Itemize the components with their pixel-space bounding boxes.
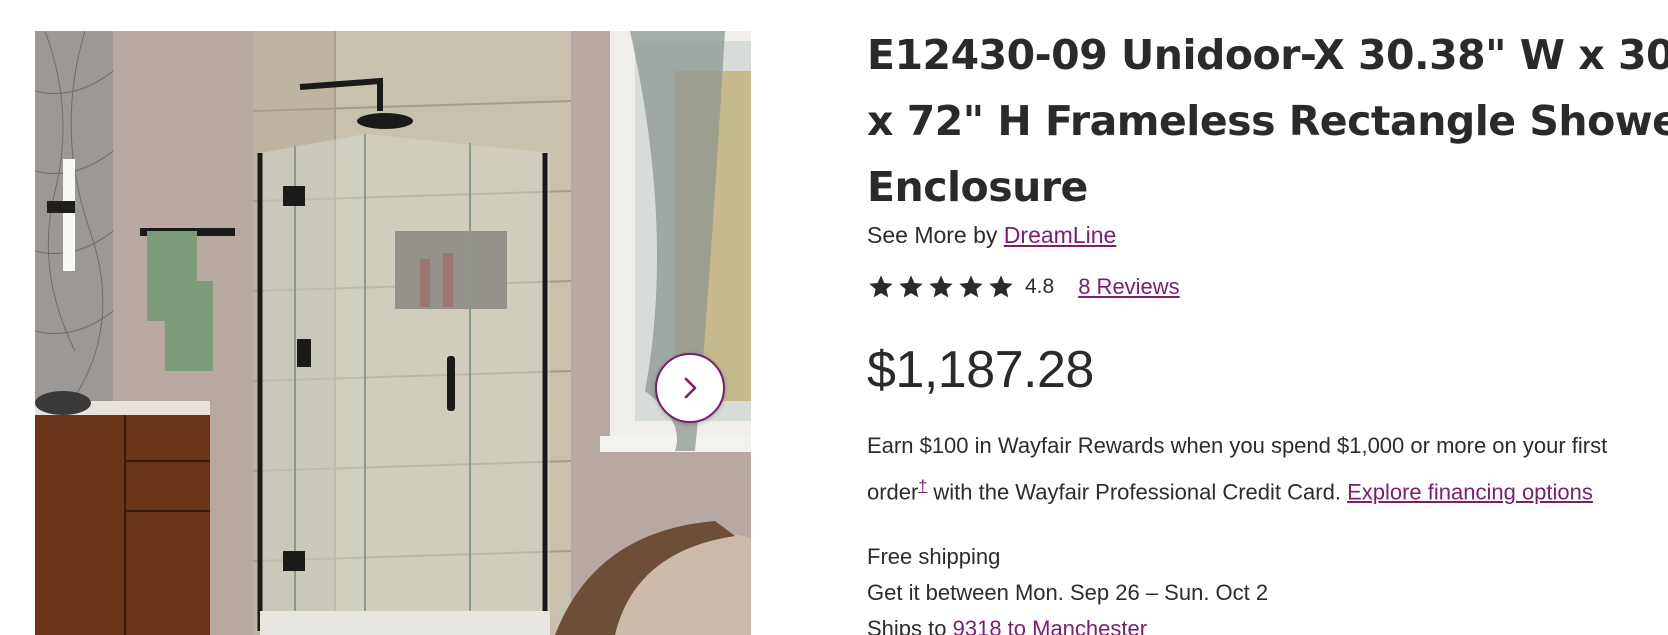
explore-financing-link[interactable]: Explore financing options: [1347, 479, 1593, 504]
free-shipping-label: Free shipping: [867, 544, 1001, 570]
rewards-message: Earn $100 in Wayfair Rewards when you sp…: [867, 425, 1668, 512]
star-icon: [959, 275, 983, 298]
delivery-estimate: Get it between Mon. Sep 26 – Sun. Oct 2: [867, 580, 1269, 606]
star-icon: [899, 275, 923, 298]
footnote-dagger-link[interactable]: †: [918, 478, 927, 495]
see-more-label: See More by: [867, 222, 998, 248]
rewards-order-text: order: [867, 479, 919, 505]
rating-value: 4.8: [1025, 275, 1055, 298]
brand-link[interactable]: DreamLine: [1004, 222, 1117, 248]
ships-to-line: Ships to 9318 to Manchester: [867, 611, 1668, 635]
rating-row: 4.8 8 Reviews: [867, 272, 1668, 302]
product-info-panel: E12430-09 Unidoor-X 30.38" W x 30" D x 7…: [867, 22, 1668, 635]
star-icon: [929, 275, 953, 298]
rewards-card-text: with the Wayfair Professional Credit Car…: [927, 479, 1348, 505]
shipping-info: Free shipping Get it between Mon. Sep 26…: [867, 539, 1668, 635]
ships-to-label: Ships to: [867, 616, 953, 635]
star-rating: [867, 273, 1015, 301]
next-image-button[interactable]: [655, 353, 725, 423]
product-title-line: Enclosure: [867, 163, 1088, 211]
product-title-line: E12430-09 Unidoor-X 30.38" W x 30" D: [867, 31, 1668, 79]
rewards-line: Earn $100 in Wayfair Rewards when you sp…: [867, 433, 1608, 458]
product-price: $1,187.28: [867, 341, 1094, 399]
product-title: E12430-09 Unidoor-X 30.38" W x 30" D x 7…: [867, 22, 1668, 220]
product-image-gallery[interactable]: [35, 31, 751, 635]
star-icon: [989, 275, 1013, 298]
rewards-line: order† with the Wayfair Professional Cre…: [867, 466, 1668, 512]
brand-line: See More by DreamLine: [867, 220, 1668, 250]
reviews-link[interactable]: 8 Reviews: [1078, 274, 1179, 300]
chevron-right-icon: [684, 377, 697, 399]
ships-to-location-link[interactable]: 9318 to Manchester: [953, 616, 1147, 635]
product-image-shower-enclosure: [35, 31, 751, 635]
product-title-line: x 72" H Frameless Rectangle Shower: [867, 97, 1668, 145]
star-icon: [869, 275, 893, 298]
